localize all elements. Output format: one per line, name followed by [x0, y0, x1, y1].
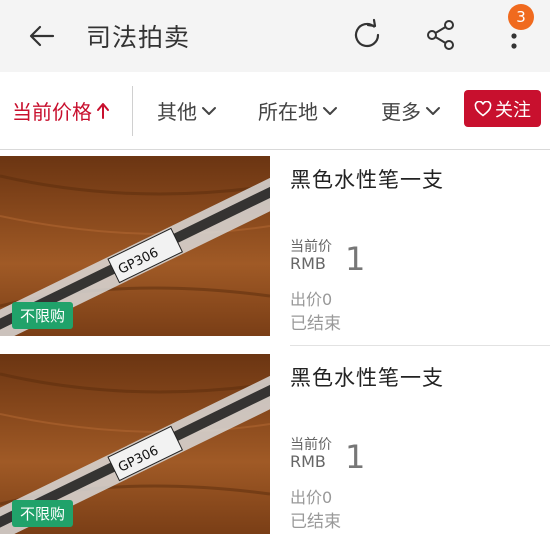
item-thumbnail: GP306 不限购 [0, 354, 270, 534]
item-title: 黑色水性笔一支 [290, 168, 444, 192]
arrow-up-icon [97, 102, 109, 119]
refresh-button[interactable] [346, 14, 388, 56]
notification-badge: 3 [508, 4, 534, 30]
auction-status: 已结束 [290, 314, 341, 334]
chevron-down-icon [323, 106, 337, 115]
filter-divider [132, 86, 133, 136]
current-price-label: 当前价 [290, 437, 332, 453]
list-item[interactable]: GP306 不限购 黑色水性笔一支 当前价 RMB 1 出价0 已结束 [0, 156, 550, 346]
list-item[interactable]: GP306 不限购 黑色水性笔一支 当前价 RMB 1 出价0 已结束 [0, 354, 550, 544]
share-icon [427, 20, 454, 50]
filter-label: 其他 [157, 100, 197, 124]
auction-status: 已结束 [290, 512, 341, 532]
currency-label: RMB [290, 254, 326, 273]
arrow-left-icon [29, 25, 55, 47]
filter-more[interactable]: 更多 [381, 96, 441, 125]
back-button[interactable] [22, 16, 62, 56]
chevron-down-icon [426, 106, 440, 115]
share-button[interactable] [420, 14, 462, 56]
follow-button[interactable]: 关注 [464, 90, 541, 127]
current-price-label: 当前价 [290, 239, 332, 255]
tag-badge: 不限购 [12, 302, 74, 329]
filter-location[interactable]: 所在地 [258, 96, 338, 125]
item-divider [290, 345, 550, 346]
app-header: 司法拍卖 3 [0, 0, 550, 72]
filter-label: 更多 [381, 100, 421, 124]
item-thumbnail: GP306 不限购 [0, 156, 270, 336]
current-price: 1 [345, 438, 366, 476]
filter-bar: 当前价格 其他 所在地 更多 关注 [0, 72, 550, 150]
filter-label: 所在地 [258, 100, 318, 124]
filter-label: 当前价格 [12, 100, 92, 124]
bid-count: 出价0 [290, 290, 333, 309]
page-title: 司法拍卖 [86, 23, 191, 52]
currency-label: RMB [290, 452, 326, 471]
bid-count: 出价0 [290, 488, 333, 507]
chevron-down-icon [202, 106, 216, 115]
filter-current-price[interactable]: 当前价格 [12, 96, 110, 125]
filter-other[interactable]: 其他 [157, 96, 217, 125]
follow-label: 关注 [495, 99, 531, 121]
tag-badge: 不限购 [12, 500, 74, 527]
current-price: 1 [345, 240, 366, 278]
heart-icon [474, 100, 492, 117]
refresh-icon [354, 18, 380, 48]
item-title: 黑色水性笔一支 [290, 366, 444, 390]
